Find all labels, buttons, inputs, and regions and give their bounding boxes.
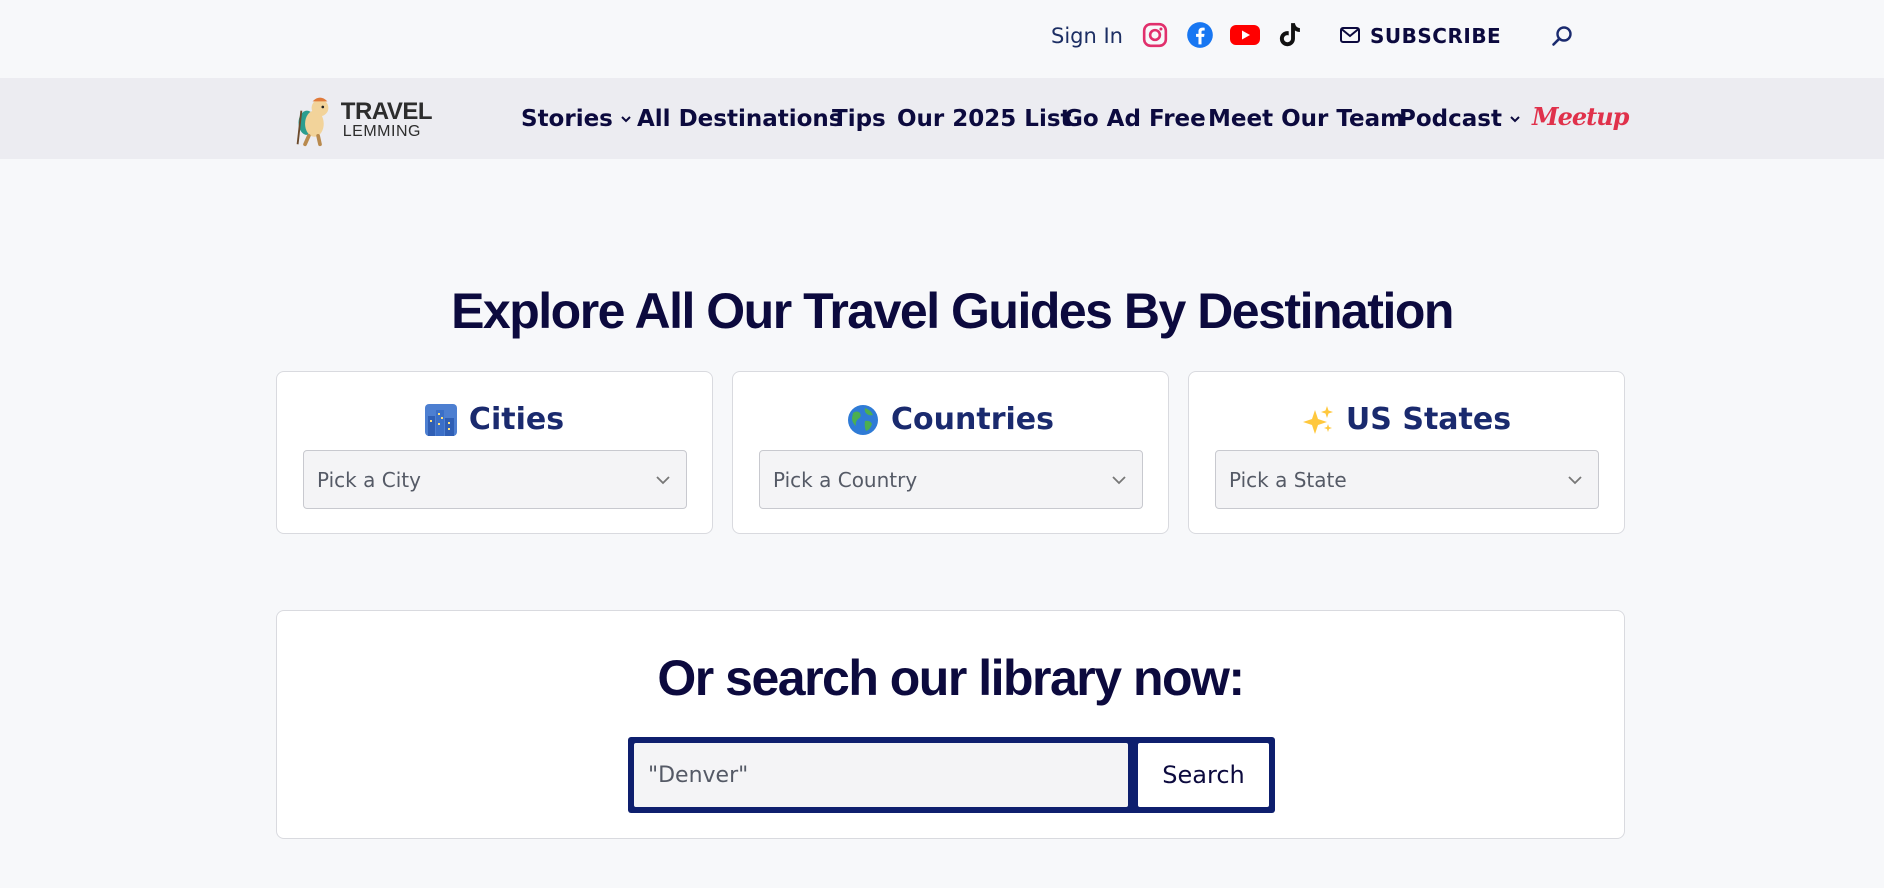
meetup-logo-link[interactable]: Meetup: [1532, 102, 1629, 131]
card-title-countries: Countries: [891, 402, 1054, 437]
search-icon[interactable]: [1550, 24, 1576, 50]
nav-item-all-destinations[interactable]: All Destinations: [637, 106, 842, 132]
globe-emoji-icon: [848, 404, 879, 435]
cityscape-emoji-icon: [424, 403, 457, 436]
search-form: "Denver" Search: [628, 737, 1275, 813]
chevron-down-icon: [656, 476, 670, 485]
nav-item-label: Tips: [832, 106, 886, 132]
card-title-cities: Cities: [468, 402, 565, 437]
subscribe-label: SUBSCRIBE: [1370, 24, 1502, 48]
search-button[interactable]: Search: [1138, 743, 1269, 807]
chevron-down-icon: [1568, 476, 1582, 485]
chevron-down-icon: [1510, 116, 1520, 123]
nav-item-label: Go Ad Free: [1064, 106, 1206, 132]
search-input[interactable]: "Denver": [634, 743, 1128, 807]
youtube-icon[interactable]: [1230, 20, 1260, 50]
nav-item-tips[interactable]: Tips: [832, 106, 886, 132]
chevron-down-icon: [621, 116, 631, 123]
us-states-card: US States Pick a State: [1188, 371, 1625, 534]
card-title-us-states: US States: [1345, 402, 1512, 437]
city-select-value: Pick a City: [317, 467, 421, 492]
cities-card: Cities Pick a City: [276, 371, 713, 534]
nav-item-meet-our-team[interactable]: Meet Our Team: [1208, 106, 1404, 132]
search-input-placeholder: "Denver": [648, 762, 749, 788]
logo-text-lemming: LEMMING: [342, 123, 421, 140]
countries-card: Countries Pick a Country: [732, 371, 1169, 534]
search-library-card: Or search our library now: "Denver" Sear…: [276, 610, 1625, 839]
nav-item-stories[interactable]: Stories: [521, 106, 633, 132]
nav-item-label: Podcast: [1399, 106, 1502, 132]
nav-item-label: Stories: [521, 106, 613, 132]
city-select[interactable]: Pick a City: [303, 450, 687, 509]
country-select[interactable]: Pick a Country: [759, 450, 1143, 509]
tiktok-icon[interactable]: [1275, 20, 1305, 50]
instagram-icon[interactable]: [1140, 20, 1170, 50]
state-select[interactable]: Pick a State: [1215, 450, 1599, 509]
mail-icon: [1340, 24, 1360, 48]
nav-item-label: Our 2025 List: [897, 106, 1072, 132]
sparkles-emoji-icon: [1302, 405, 1333, 434]
chevron-down-icon: [1112, 476, 1126, 485]
nav-item-2025-list[interactable]: Our 2025 List: [897, 106, 1072, 132]
page-title: Explore All Our Travel Guides By Destina…: [451, 283, 1454, 339]
nav-item-go-ad-free[interactable]: Go Ad Free: [1064, 106, 1206, 132]
main-navigation: TRAVEL LEMMING Stories All Destinations …: [0, 78, 1884, 159]
subscribe-button[interactable]: SUBSCRIBE: [1340, 24, 1501, 48]
lemming-mascot-icon: [296, 97, 329, 147]
travel-lemming-logo[interactable]: TRAVEL LEMMING: [292, 90, 433, 150]
search-section-title: Or search our library now:: [657, 650, 1245, 706]
nav-item-label: Meet Our Team: [1208, 106, 1405, 132]
nav-item-label: All Destinations: [637, 106, 843, 132]
country-select-value: Pick a Country: [773, 467, 918, 492]
state-select-value: Pick a State: [1229, 467, 1347, 492]
nav-item-podcast[interactable]: Podcast: [1399, 106, 1522, 132]
top-utility-bar: Sign In SUBSCRIBE: [0, 0, 1884, 78]
sign-in-link[interactable]: Sign In: [1051, 24, 1123, 48]
facebook-icon[interactable]: [1185, 20, 1215, 50]
logo-text-travel: TRAVEL: [340, 98, 433, 125]
